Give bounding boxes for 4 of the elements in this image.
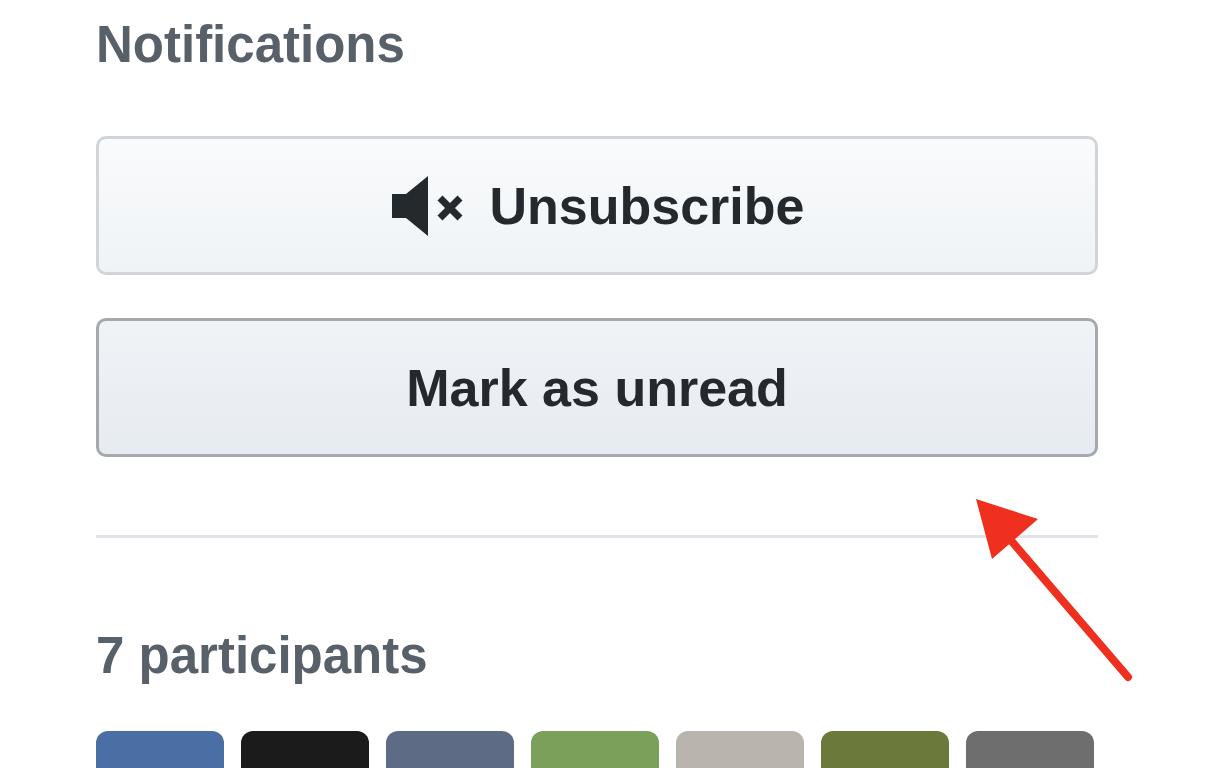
section-heading: Notifications (96, 15, 406, 75)
mark-unread-button[interactable]: Mark as unread (96, 318, 1098, 457)
section-heading: 7 participants (96, 626, 429, 686)
unsubscribe-button[interactable]: Unsubscribe (96, 136, 1098, 275)
